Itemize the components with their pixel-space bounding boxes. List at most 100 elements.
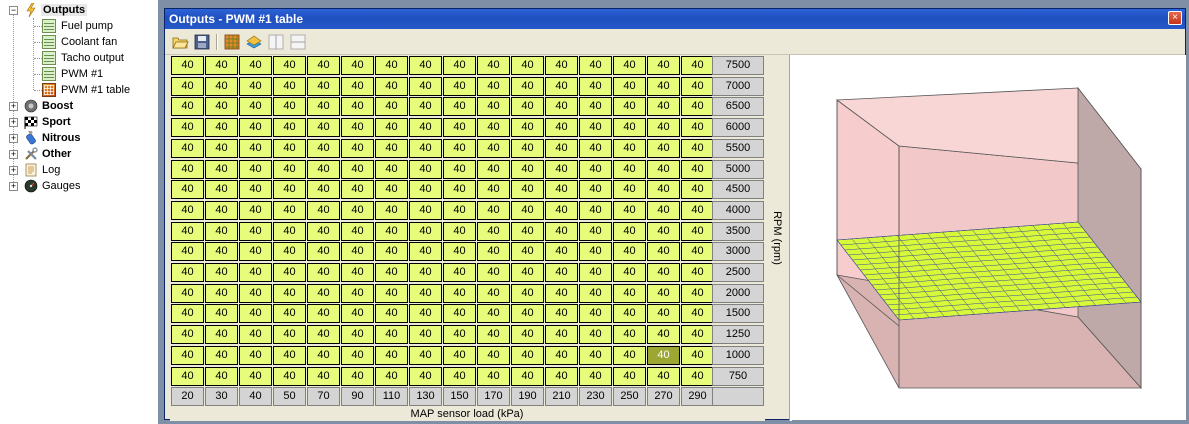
map-axis-cell[interactable]: 190 bbox=[511, 387, 544, 406]
table-cell[interactable]: 40 bbox=[477, 325, 510, 344]
table-cell[interactable]: 40 bbox=[273, 325, 306, 344]
table-cell[interactable]: 40 bbox=[273, 180, 306, 199]
table-cell[interactable]: 40 bbox=[273, 97, 306, 116]
table-cell[interactable]: 40 bbox=[341, 304, 374, 323]
table-cell[interactable]: 40 bbox=[341, 139, 374, 158]
table-cell[interactable]: 40 bbox=[613, 160, 646, 179]
table-cell[interactable]: 40 bbox=[647, 118, 680, 137]
table-cell[interactable]: 40 bbox=[375, 222, 408, 241]
expand-icon[interactable]: + bbox=[9, 150, 18, 159]
table-cell[interactable]: 40 bbox=[545, 304, 578, 323]
table-cell[interactable]: 40 bbox=[307, 346, 340, 365]
table-cell[interactable]: 40 bbox=[681, 139, 714, 158]
save-icon[interactable] bbox=[193, 33, 211, 51]
table-cell[interactable]: 40 bbox=[477, 263, 510, 282]
map-axis-cell[interactable]: 90 bbox=[341, 387, 374, 406]
table-cell[interactable]: 40 bbox=[307, 180, 340, 199]
table-cell[interactable]: 40 bbox=[205, 367, 238, 386]
table-cell[interactable]: 40 bbox=[579, 201, 612, 220]
table-cell[interactable]: 40 bbox=[443, 242, 476, 261]
table-cell[interactable]: 40 bbox=[375, 139, 408, 158]
table-cell[interactable]: 40 bbox=[375, 346, 408, 365]
table-cell[interactable]: 40 bbox=[171, 160, 204, 179]
table-cell[interactable]: 40 bbox=[681, 242, 714, 261]
table-cell[interactable]: 40 bbox=[613, 367, 646, 386]
table-cell[interactable]: 40 bbox=[409, 180, 442, 199]
table-cell[interactable]: 40 bbox=[307, 325, 340, 344]
table-cell[interactable]: 40 bbox=[681, 56, 714, 75]
map-axis-cell[interactable]: 150 bbox=[443, 387, 476, 406]
table-cell[interactable]: 40 bbox=[205, 222, 238, 241]
table-cell[interactable]: 40 bbox=[239, 263, 272, 282]
table-cell[interactable]: 40 bbox=[341, 97, 374, 116]
table-cell[interactable]: 40 bbox=[477, 222, 510, 241]
table-cell[interactable]: 40 bbox=[307, 160, 340, 179]
table-cell[interactable]: 40 bbox=[647, 139, 680, 158]
table-cell[interactable]: 40 bbox=[613, 180, 646, 199]
table-cell[interactable]: 40 bbox=[341, 263, 374, 282]
tree-item-output-child[interactable]: Tacho output bbox=[0, 50, 158, 66]
table-cell[interactable]: 40 bbox=[477, 284, 510, 303]
rpm-axis-cell[interactable]: 6000 bbox=[712, 118, 764, 137]
table-cell[interactable]: 40 bbox=[647, 160, 680, 179]
table-cell[interactable]: 40 bbox=[545, 56, 578, 75]
table-cell[interactable]: 40 bbox=[511, 77, 544, 96]
table-cell[interactable]: 40 bbox=[307, 284, 340, 303]
table-cell[interactable]: 40 bbox=[171, 56, 204, 75]
rpm-axis-cell[interactable]: 3000 bbox=[712, 242, 764, 261]
table-cell[interactable]: 40 bbox=[375, 242, 408, 261]
table-cell[interactable]: 40 bbox=[647, 242, 680, 261]
table-cell[interactable]: 40 bbox=[375, 97, 408, 116]
table-cell[interactable]: 40 bbox=[681, 367, 714, 386]
table-cell[interactable]: 40 bbox=[477, 180, 510, 199]
table-cell[interactable]: 40 bbox=[409, 284, 442, 303]
table-cell[interactable]: 40 bbox=[375, 77, 408, 96]
tree-item-section[interactable]: + Nitrous bbox=[0, 130, 158, 146]
table-cell[interactable]: 40 bbox=[681, 118, 714, 137]
expand-icon[interactable]: + bbox=[9, 102, 18, 111]
table-cell[interactable]: 40 bbox=[681, 160, 714, 179]
table-cell[interactable]: 40 bbox=[647, 56, 680, 75]
table-cell[interactable]: 40 bbox=[477, 346, 510, 365]
table-cell[interactable]: 40 bbox=[307, 201, 340, 220]
table-cell[interactable]: 40 bbox=[443, 77, 476, 96]
table-cell[interactable]: 40 bbox=[239, 304, 272, 323]
table-cell[interactable]: 40 bbox=[579, 346, 612, 365]
table-cell[interactable]: 40 bbox=[647, 222, 680, 241]
map-axis-cell[interactable]: 70 bbox=[307, 387, 340, 406]
table-cell[interactable]: 40 bbox=[579, 97, 612, 116]
tree-item-output-child[interactable]: Fuel pump bbox=[0, 18, 158, 34]
table-cell[interactable]: 40 bbox=[579, 263, 612, 282]
table-cell[interactable]: 40 bbox=[511, 242, 544, 261]
table-cell[interactable]: 40 bbox=[409, 263, 442, 282]
table-cell[interactable]: 40 bbox=[239, 325, 272, 344]
table-cell[interactable]: 40 bbox=[239, 139, 272, 158]
table-cell[interactable]: 40 bbox=[409, 367, 442, 386]
table-cell[interactable]: 40 bbox=[511, 56, 544, 75]
map-axis-cell[interactable]: 230 bbox=[579, 387, 612, 406]
table-cell[interactable]: 40 bbox=[477, 367, 510, 386]
table-cell[interactable]: 40 bbox=[613, 325, 646, 344]
table-cell[interactable]: 40 bbox=[613, 263, 646, 282]
map-axis-cell[interactable]: 50 bbox=[273, 387, 306, 406]
table-cell[interactable]: 40 bbox=[273, 242, 306, 261]
table-cell[interactable]: 40 bbox=[307, 118, 340, 137]
table-cell[interactable]: 40 bbox=[647, 304, 680, 323]
table-cell[interactable]: 40 bbox=[443, 346, 476, 365]
table-cell[interactable]: 40 bbox=[205, 56, 238, 75]
table-cell[interactable]: 40 bbox=[681, 97, 714, 116]
map-axis-cell[interactable]: 210 bbox=[545, 387, 578, 406]
table-cell[interactable]: 40 bbox=[545, 367, 578, 386]
table-cell[interactable]: 40 bbox=[477, 160, 510, 179]
table-cell[interactable]: 40 bbox=[205, 180, 238, 199]
table-cell[interactable]: 40 bbox=[613, 201, 646, 220]
table-cell[interactable]: 40 bbox=[511, 263, 544, 282]
map-axis-cell[interactable]: 270 bbox=[647, 387, 680, 406]
table-cell[interactable]: 40 bbox=[375, 180, 408, 199]
table-cell[interactable]: 40 bbox=[647, 201, 680, 220]
table-cell[interactable]: 40 bbox=[579, 304, 612, 323]
table-cell[interactable]: 40 bbox=[307, 242, 340, 261]
table-cell[interactable]: 40 bbox=[511, 367, 544, 386]
table-cell[interactable]: 40 bbox=[579, 242, 612, 261]
table-cell[interactable]: 40 bbox=[579, 118, 612, 137]
